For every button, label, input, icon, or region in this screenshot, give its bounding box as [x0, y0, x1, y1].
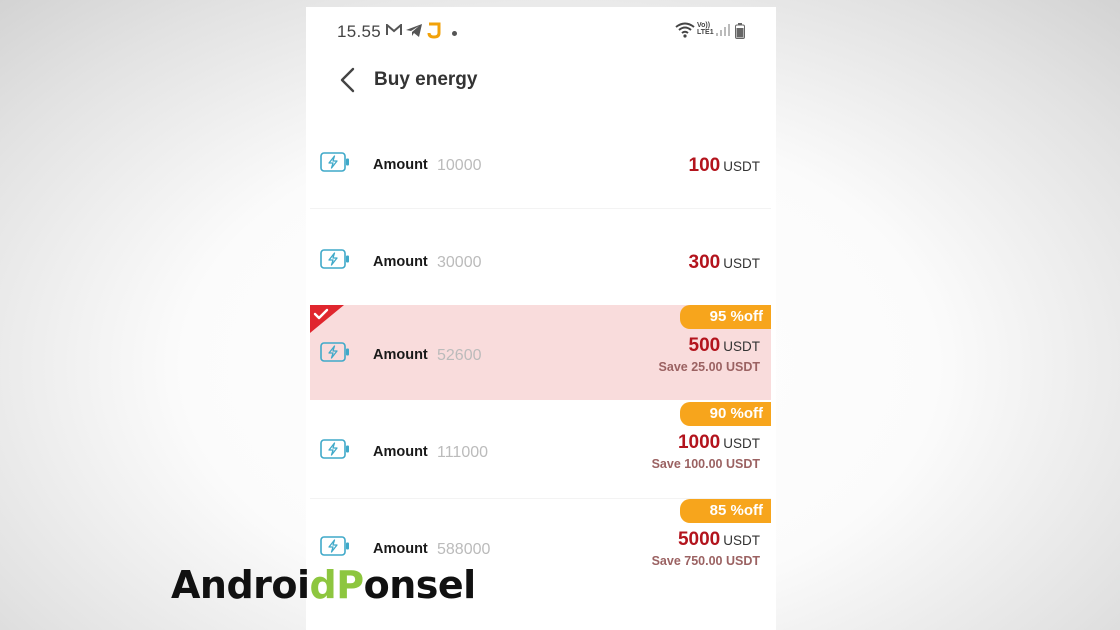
price-unit: USDT: [723, 533, 760, 548]
package-row-30000[interactable]: Amount 30000 300 USDT: [310, 209, 771, 304]
save-text: Save 750.00 USDT: [651, 554, 760, 568]
price-box: 300 USDT: [689, 252, 760, 274]
chevron-left-icon[interactable]: [338, 67, 358, 93]
amount-value: 30000: [437, 254, 482, 271]
price-box: 5000 USDT Save 750.00 USDT: [652, 529, 760, 568]
price-value: 100: [688, 155, 721, 176]
price-value: 5000: [677, 529, 721, 550]
save-text: Save 25.00 USDT: [658, 360, 760, 374]
telegram-icon: [406, 24, 422, 37]
status-bar: 15.55 Vo)) LTE1: [306, 7, 776, 55]
j-app-icon: [427, 22, 441, 39]
amount-label: Amount: [373, 157, 428, 173]
amount-value: 10000: [437, 157, 482, 174]
discount-badge: 85 %off: [680, 499, 771, 523]
discount-badge: 90 %off: [680, 402, 771, 426]
selected-checkmark-icon: [310, 305, 344, 333]
package-row-52600-selected[interactable]: 95 %off Amount 52600 500 USDT Save 25.00 …: [310, 305, 771, 400]
app-header: Buy energy: [306, 55, 776, 115]
watermark-part2: dP: [309, 563, 365, 607]
watermark-part1: Androi: [171, 563, 310, 607]
volte-line1: Vo)): [697, 22, 711, 29]
androidponsel-watermark-logo: AndroidPonsel: [171, 563, 476, 607]
energy-battery-icon: [320, 439, 349, 459]
price-box: 100 USDT: [689, 155, 760, 177]
price-unit: USDT: [723, 159, 760, 174]
wifi-icon: [675, 22, 695, 38]
page-title: Buy energy: [374, 69, 478, 90]
energy-battery-icon: [320, 152, 349, 172]
watermark-part3: onsel: [363, 563, 477, 607]
amount-value: 52600: [437, 347, 482, 364]
battery-icon: [735, 23, 745, 39]
price-unit: USDT: [723, 436, 760, 451]
price-unit: USDT: [723, 256, 760, 271]
amount-label: Amount: [373, 541, 428, 557]
amount-label: Amount: [373, 444, 428, 460]
amount-value: 588000: [437, 541, 491, 558]
price-value: 300: [688, 252, 721, 273]
energy-battery-icon: [320, 249, 349, 269]
energy-battery-icon: [320, 536, 349, 556]
status-time: 15.55: [337, 22, 382, 41]
price-value: 500: [688, 335, 721, 356]
phone-screen: 15.55 Vo)) LTE1 Buy energy Amount 10000 …: [306, 7, 776, 630]
amount-value: 111000: [437, 444, 489, 461]
mail-icon: [386, 24, 402, 35]
price-unit: USDT: [723, 339, 760, 354]
price-box: 500 USDT Save 25.00 USDT: [659, 335, 760, 374]
volte-line2: LTE1: [697, 29, 714, 36]
price-value: 1000: [677, 432, 721, 453]
dot-icon: [452, 31, 457, 36]
volte-icon: Vo)) LTE1: [697, 22, 714, 36]
package-row-10000[interactable]: Amount 10000 100 USDT: [310, 112, 771, 207]
energy-battery-icon: [320, 342, 349, 362]
amount-label: Amount: [373, 254, 428, 270]
amount-label: Amount: [373, 347, 428, 363]
package-row-111000[interactable]: 90 %off Amount 111000 1000 USDT Save 100.…: [310, 402, 771, 497]
discount-badge: 95 %off: [680, 305, 771, 329]
save-text: Save 100.00 USDT: [651, 457, 760, 471]
price-box: 1000 USDT Save 100.00 USDT: [652, 432, 760, 471]
signal-icon: [716, 24, 730, 36]
